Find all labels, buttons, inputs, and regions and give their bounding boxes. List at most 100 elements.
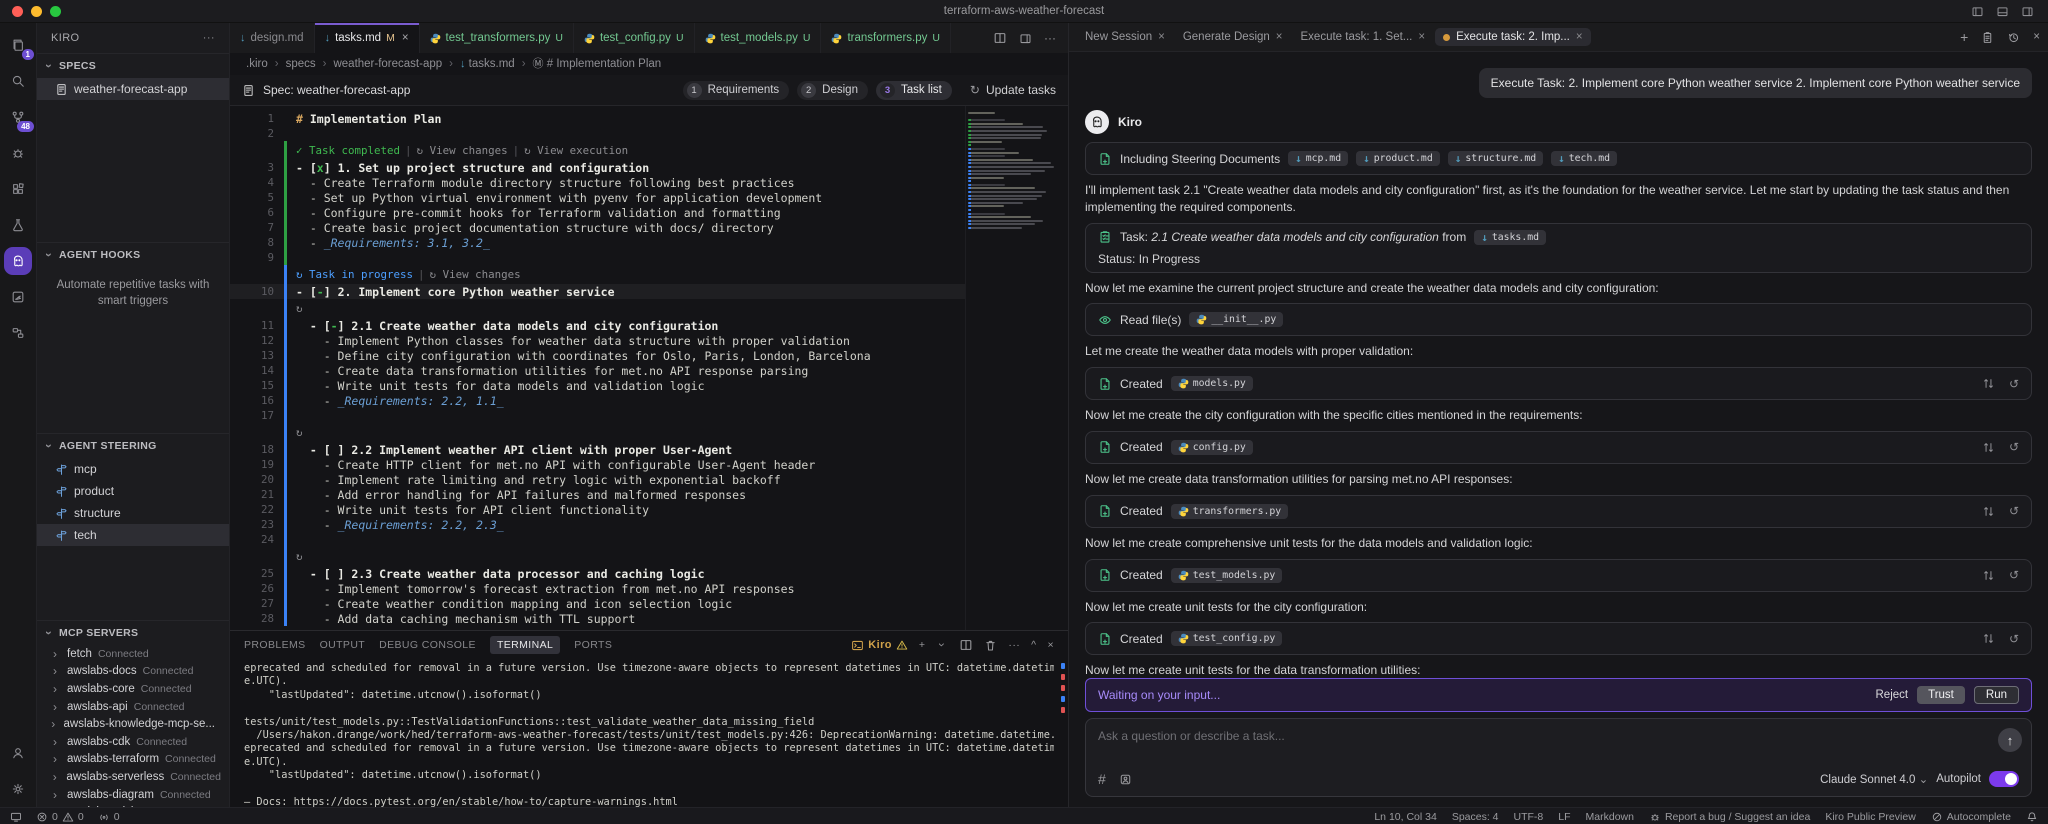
status-autocomplete[interactable]: Autocomplete [1931,811,2011,823]
agent-steering-title[interactable]: ›AGENT STEERING [37,434,229,458]
code-line-24[interactable]: 24 [230,532,965,547]
layout-right-icon[interactable] [2021,5,2034,18]
mcp-server-awslabs-core[interactable]: ›awslabs-core Connected [37,680,229,698]
breadcrumb-item[interactable]: ↓ tasks.md [460,58,515,70]
close-chat-tab-icon[interactable]: × [1158,31,1165,43]
code-line-5[interactable]: 5 - Set up Python virtual environment wi… [230,190,965,205]
code-line-2[interactable]: 2 [230,126,965,141]
model-selector[interactable]: Claude Sonnet 4.0 ⌄ [1820,772,1928,786]
undo-icon[interactable]: ↺ [2009,569,2019,582]
agent-hooks-title[interactable]: ›AGENT HOOKS [37,243,229,267]
code-line-6[interactable]: 6 - Configure pre-commit hooks for Terra… [230,205,965,220]
close-chat-tab-icon[interactable]: × [1276,31,1283,43]
specs-section-title[interactable]: ›SPECS [37,54,229,78]
code-line-16[interactable]: 16 - _Requirements: 2.2, 1.1_ [230,393,965,408]
code-line-28[interactable]: 28 - Add data caching mechanism with TTL… [230,611,965,626]
code-line-21[interactable]: 21 - Add error handling for API failures… [230,487,965,502]
split-editor-icon[interactable] [959,638,973,652]
codelens-row[interactable]: ↻ [230,299,965,318]
mcp-server-awslabs-knowledge-mcp-se...[interactable]: ›awslabs-knowledge-mcp-se... [37,715,229,733]
minimap[interactable] [965,106,1068,630]
diff-icon[interactable] [1982,632,1995,645]
code-line-11[interactable]: 11 - [-] 2.1 Create weather data models … [230,318,965,333]
breadcrumb[interactable]: .kiro› specs› weather-forecast-app›↓ tas… [230,53,1068,75]
chat-tab[interactable]: Execute task: 1. Set...× [1293,28,1434,46]
editor-tab-design.md[interactable]: ↓design.md [230,23,315,53]
close-chat-panel-icon[interactable]: × [2033,31,2040,43]
mcp-server-awslabs-terraform[interactable]: ›awslabs-terraform Connected [37,751,229,769]
titlebar-layout-icons[interactable] [1971,5,2048,18]
breadcrumb-item[interactable]: .kiro [246,58,268,70]
panel-tab-PORTS[interactable]: PORTS [574,639,612,651]
code-line-26[interactable]: 26 - Implement tomorrow's forecast extra… [230,581,965,596]
code-line-13[interactable]: 13 - Define city configuration with coor… [230,348,965,363]
diff-icon[interactable] [1982,441,1995,454]
code-area[interactable]: 1# Implementation Plan2✓ Task completed|… [230,106,965,630]
editor-tab-test_models.py[interactable]: test_models.pyU [695,23,822,53]
history-icon[interactable] [2007,31,2020,44]
code-line-4[interactable]: 4 - Create Terraform module directory st… [230,175,965,190]
status-kiro-public-preview[interactable]: Kiro Public Preview [1825,811,1915,823]
minimize-window-button[interactable] [31,6,42,17]
codelens-row[interactable]: ✓ Task completed|↻ View changes|↻ View e… [230,141,965,160]
remote-indicator[interactable] [10,811,22,823]
activity-source-control-icon[interactable]: 48 [1,99,35,135]
layout-left-icon[interactable] [1971,5,1984,18]
steering-item-tech[interactable]: tech [37,524,229,546]
steering-item-mcp[interactable]: mcp [37,458,229,480]
context-icon[interactable] [1119,773,1132,786]
undo-icon[interactable]: ↺ [2009,632,2019,645]
new-chat-icon[interactable]: + [1960,29,1968,45]
file-chip[interactable]: ↓tasks.md [1474,230,1546,245]
mcp-server-awslabs-api[interactable]: ›awslabs-api Connected [37,698,229,716]
feedback-indicator[interactable]: 0 [98,811,120,823]
spec-step-Task list[interactable]: 3Task list [876,81,952,100]
steering-item-product[interactable]: product [37,480,229,502]
status-report-a-bug-suggest-an-idea[interactable]: Report a bug / Suggest an idea [1649,811,1810,823]
code-line-25[interactable]: 25 - [ ] 2.3 Create weather data process… [230,566,965,581]
diff-icon[interactable] [1982,569,1995,582]
autopilot-toggle[interactable] [1989,771,2019,787]
split-editor-icon[interactable] [993,31,1007,45]
chat-tab[interactable]: New Session× [1077,28,1173,46]
activity-testing-icon[interactable] [1,207,35,243]
code-line-8[interactable]: 8 - _Requirements: 3.1, 3.2_ [230,235,965,250]
mcp-server-awslabs-diagram[interactable]: ›awslabs-diagram Connected [37,786,229,804]
layout-right-icon[interactable] [1019,32,1032,45]
code-line-10[interactable]: 10- [-] 2. Implement core Python weather… [230,284,965,299]
mcp-server-awslabs-serverless[interactable]: ›awslabs-serverless Connected [37,768,229,786]
status-spaces-4[interactable]: Spaces: 4 [1452,811,1499,823]
code-line-9[interactable]: 9 [230,250,965,265]
codelens-row[interactable]: ↻ Task in progress|↻ View changes [230,265,965,284]
file-chip[interactable]: config.py [1171,440,1253,455]
status-markdown[interactable]: Markdown [1586,811,1634,823]
layout-bottom-icon[interactable] [1996,5,2009,18]
close-chat-tab-icon[interactable]: × [1418,31,1425,43]
activity-settings-gear-icon[interactable] [1,771,35,807]
send-button[interactable]: ↑ [1998,728,2022,752]
panel-tab-TERMINAL[interactable]: TERMINAL [490,636,560,654]
code-line-18[interactable]: 18 - [ ] 2.2 Implement weather API clien… [230,442,965,457]
editor[interactable]: 1# Implementation Plan2✓ Task completed|… [230,106,1068,630]
breadcrumb-item[interactable]: specs [286,58,316,70]
code-line-23[interactable]: 23 - _Requirements: 2.2, 2.3_ [230,517,965,532]
maximize-panel-icon[interactable]: ^ [1031,639,1036,651]
status-utf-8[interactable]: UTF-8 [1514,811,1544,823]
panel-tab-DEBUG CONSOLE[interactable]: DEBUG CONSOLE [379,639,476,651]
steering-item-structure[interactable]: structure [37,502,229,524]
breadcrumb-item[interactable]: Ⓜ # Implementation Plan [533,58,662,70]
code-line-3[interactable]: 3- [x] 1. Set up project structure and c… [230,160,965,175]
mcp-server-fetch[interactable]: ›fetch Connected [37,645,229,663]
undo-icon[interactable]: ↺ [2009,377,2019,390]
file-chip[interactable]: test_config.py [1171,631,1283,646]
activity-kiro-ghost-icon[interactable] [4,247,32,275]
mcp-server-awslabs-cdk[interactable]: ›awslabs-cdk Connected [37,733,229,751]
file-chip[interactable]: ↓structure.md [1448,151,1543,166]
file-chip[interactable]: __init__.py [1189,312,1283,327]
chat-messages[interactable]: Execute Task: 2. Implement core Python w… [1069,52,2048,676]
activity-extensions-icon[interactable] [1,171,35,207]
spec-item-weather-forecast-app[interactable]: weather-forecast-app [37,78,229,100]
code-line-27[interactable]: 27 - Create weather condition mapping an… [230,596,965,611]
reject-button[interactable]: Reject [1876,689,1909,701]
code-line-15[interactable]: 15 - Write unit tests for data models an… [230,378,965,393]
